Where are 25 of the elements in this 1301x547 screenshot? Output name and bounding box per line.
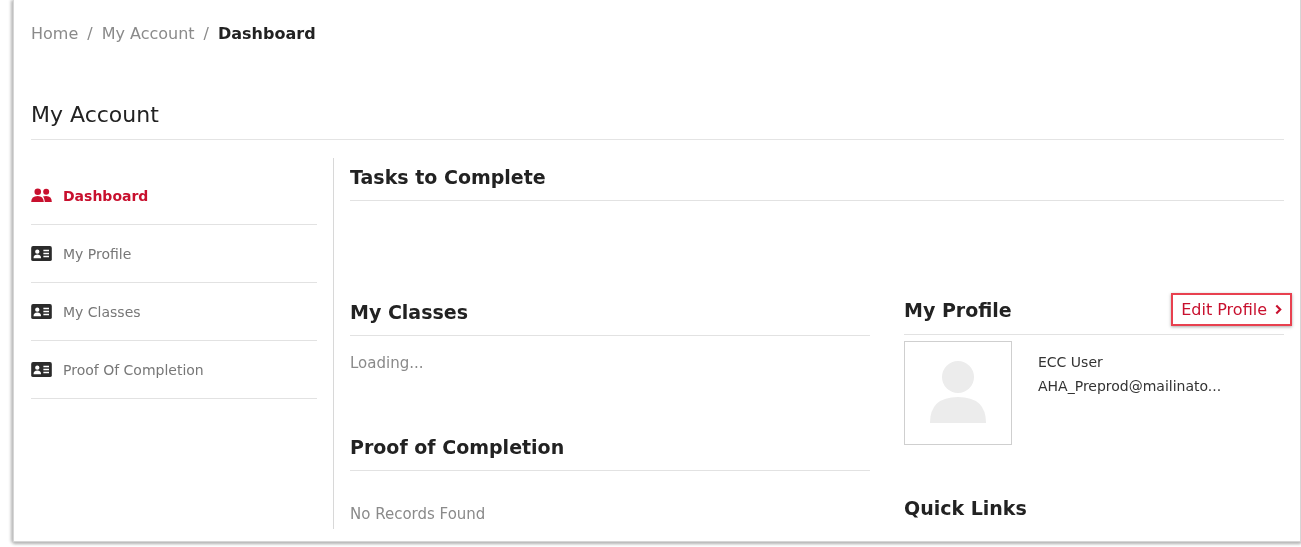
- section-heading: Tasks to Complete: [350, 158, 1284, 201]
- breadcrumb-separator: /: [87, 24, 93, 43]
- section-heading: Quick Links: [904, 497, 1028, 519]
- chevron-right-icon: [1275, 304, 1282, 315]
- sidebar-item[interactable]: My Classes: [31, 283, 317, 341]
- breadcrumb-separator: /: [203, 24, 209, 43]
- sidebar-item[interactable]: Proof Of Completion: [31, 341, 317, 399]
- user-email: AHA_Preprod@mailinato...: [1038, 378, 1222, 394]
- sidebar-item[interactable]: My Profile: [31, 225, 317, 283]
- sidebar-item[interactable]: Dashboard: [31, 167, 317, 225]
- users-icon: [31, 188, 52, 203]
- breadcrumb-link[interactable]: Home: [31, 24, 79, 43]
- user-name: ECC User: [1038, 354, 1104, 370]
- breadcrumb-link[interactable]: My Account: [101, 24, 195, 43]
- page-title: My Account: [31, 102, 1284, 140]
- id-card-icon: [31, 246, 52, 261]
- status-text: No Records Found: [350, 505, 487, 523]
- status-text: Loading...: [350, 354, 425, 372]
- id-card-icon: [31, 304, 52, 319]
- section-heading: My Classes: [350, 293, 870, 336]
- current-page-label: Dashboard: [218, 24, 316, 43]
- section-heading: Proof of Completion: [350, 428, 870, 471]
- edit-profile-link[interactable]: Edit Profile: [1171, 293, 1292, 326]
- id-card-icon: [31, 362, 52, 377]
- section-heading: My Profile: [904, 298, 1012, 321]
